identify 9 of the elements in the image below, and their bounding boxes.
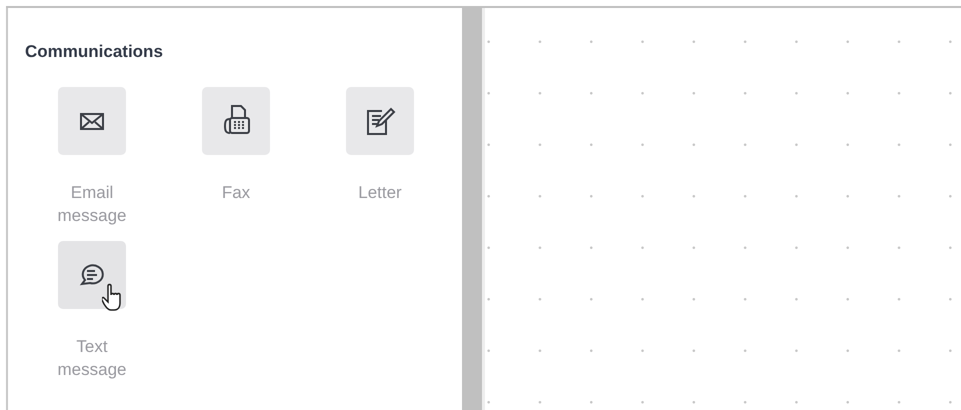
- tool-tile[interactable]: [58, 87, 126, 155]
- tile-label: Text message: [56, 336, 128, 381]
- tile-label: Fax: [220, 182, 252, 204]
- tile-label: Letter: [357, 182, 403, 204]
- tool-tile[interactable]: [346, 87, 414, 155]
- tool-tile[interactable]: [202, 87, 270, 155]
- tile-label: Email message: [56, 182, 128, 227]
- section-title: Communications: [25, 42, 164, 62]
- hand-cursor-icon: [102, 283, 124, 313]
